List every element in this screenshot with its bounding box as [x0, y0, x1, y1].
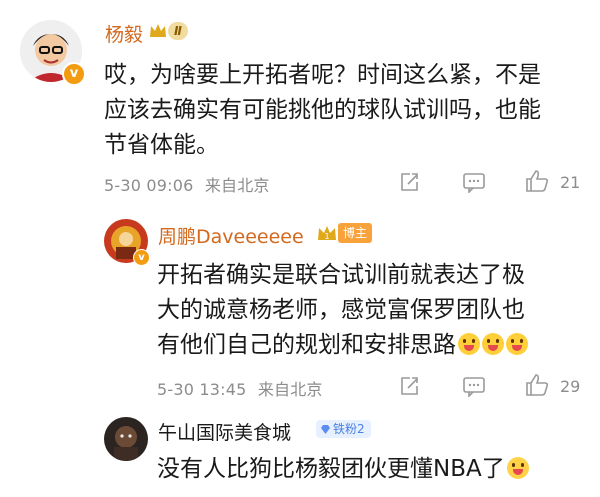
- location: 来自北京: [204, 176, 270, 195]
- username[interactable]: 周鹏Daveeeeee: [158, 222, 304, 249]
- reply-text: 开拓者确实是联合试训前就表达了极 大的诚意杨老师，感觉富保罗团队也 有他们自己的…: [157, 258, 587, 363]
- crown-icon: 1: [316, 223, 338, 243]
- thinking-emoji-icon: [506, 457, 529, 479]
- like-icon[interactable]: [524, 373, 550, 397]
- comment-line: 节省体能。: [104, 132, 219, 158]
- verified-icon: v: [62, 62, 86, 86]
- verified-icon: v: [133, 249, 150, 266]
- avatar[interactable]: [104, 417, 148, 461]
- reply-line: 有他们自己的规划和安排思路: [157, 332, 456, 358]
- fan-badge: 铁粉2: [316, 418, 371, 438]
- like-count: 21: [560, 173, 581, 192]
- level-badge: Ⅱ: [148, 20, 188, 40]
- reply-line: 开拓者确实是联合试训前就表达了极: [157, 262, 525, 288]
- comment-text: 哎，为啥要上开拓者呢？时间这么紧，不是 应该去确实有可能挑他的球队试训吗，也能 …: [104, 58, 594, 163]
- reply-text: 没有人比狗比杨毅团伙更懂NBA了: [157, 452, 587, 487]
- reply-line: 没有人比狗比杨毅团伙更懂NBA了: [157, 456, 505, 482]
- crown-icon: [148, 22, 168, 40]
- fan-level: 铁粉2: [333, 422, 365, 436]
- comment-icon[interactable]: [462, 375, 486, 397]
- location: 来自北京: [257, 380, 323, 399]
- comment-line: 哎，为啥要上开拓者呢？时间这么紧，不是: [104, 62, 541, 88]
- like-count: 29: [560, 377, 581, 396]
- reply-line-with-emoji: 有他们自己的规划和安排思路: [157, 328, 587, 363]
- svg-text:1: 1: [324, 232, 329, 241]
- username[interactable]: 杨毅: [105, 20, 143, 47]
- comment-meta: 5-30 09:06 来自北京: [104, 172, 270, 196]
- reply-line: 大的诚意杨老师，感觉富保罗团队也: [157, 297, 525, 323]
- timestamp: 5-30 09:06: [104, 176, 194, 195]
- comment-line: 应该去确实有可能挑他的球队试训吗，也能: [104, 97, 541, 123]
- diamond-icon: [320, 424, 331, 435]
- tongue-emoji-icon: [458, 333, 480, 355]
- role-label: 博主: [338, 223, 373, 243]
- comment-icon[interactable]: [462, 171, 486, 193]
- username[interactable]: 午山国际美食城: [158, 418, 291, 445]
- timestamp: 5-30 13:45: [157, 380, 247, 399]
- level-value: Ⅱ: [168, 22, 188, 40]
- tongue-emoji-icon: [482, 333, 504, 355]
- tongue-emoji-icon: [506, 333, 528, 355]
- share-icon[interactable]: [398, 375, 420, 397]
- reply-meta: 5-30 13:45 来自北京: [157, 376, 323, 400]
- share-icon[interactable]: [398, 171, 420, 193]
- role-badge: 1 博主: [316, 222, 373, 243]
- like-icon[interactable]: [524, 169, 550, 193]
